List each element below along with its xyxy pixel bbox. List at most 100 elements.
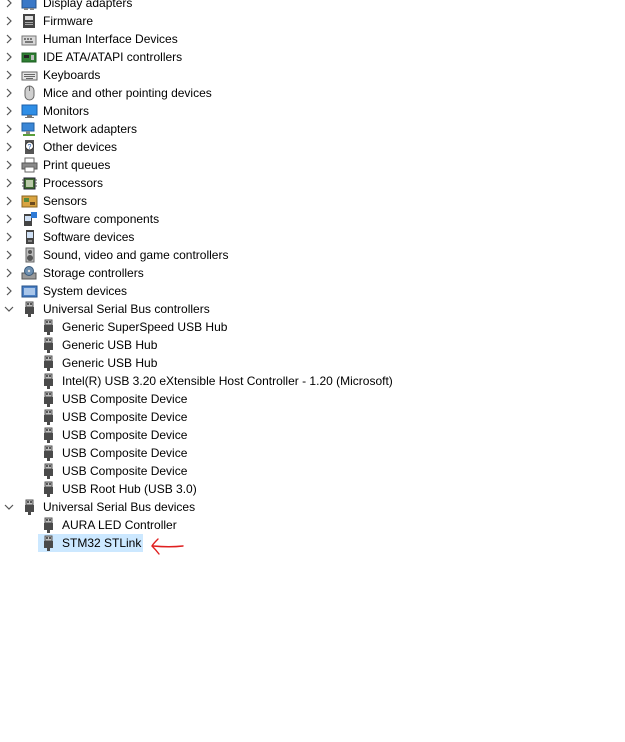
tree-device-label: USB Composite Device — [62, 446, 188, 460]
chevron-right-icon[interactable] — [3, 282, 15, 300]
chevron-right-icon[interactable] — [3, 138, 15, 156]
tree-category-row[interactable]: Sound, video and game controllers — [0, 246, 625, 264]
display-adapter-icon — [21, 0, 38, 11]
tree-category-label: Software components — [43, 212, 160, 226]
tree-category-row[interactable]: Software devices — [0, 228, 625, 246]
chevron-right-icon[interactable] — [3, 84, 15, 102]
tree-device-row[interactable]: Intel(R) USB 3.20 eXtensible Host Contro… — [0, 372, 625, 390]
tree-device-row[interactable]: Generic USB Hub — [0, 354, 625, 372]
tree-category-label: Firmware — [43, 14, 93, 28]
chevron-right-icon[interactable] — [3, 48, 15, 66]
chevron-right-icon[interactable] — [3, 12, 15, 30]
tree-category-row[interactable]: Software components — [0, 210, 625, 228]
tree-category-row[interactable]: Keyboards — [0, 66, 625, 84]
usb-plug-icon — [21, 499, 38, 515]
tree-device-label: USB Composite Device — [62, 410, 188, 424]
device-tree: Display adapters Firmware Human Interface … — [0, 0, 625, 552]
storage-controller-icon — [21, 265, 38, 281]
tree-device-row[interactable]: USB Composite Device — [0, 426, 625, 444]
tree-category-label: Keyboards — [43, 68, 101, 82]
tree-category-row[interactable]: Firmware — [0, 12, 625, 30]
tree-category-row[interactable]: Processors — [0, 174, 625, 192]
tree-category-row[interactable]: IDE ATA/ATAPI controllers — [0, 48, 625, 66]
tree-category-label: System devices — [43, 284, 128, 298]
tree-category-label: Display adapters — [43, 0, 133, 10]
chevron-right-icon[interactable] — [3, 192, 15, 210]
tree-device-row[interactable]: Generic SuperSpeed USB Hub — [0, 318, 625, 336]
svg-text:?: ? — [28, 144, 32, 151]
chevron-down-icon[interactable] — [3, 300, 15, 318]
tree-category-label: Universal Serial Bus devices — [43, 500, 196, 514]
chevron-right-icon[interactable] — [3, 174, 15, 192]
chevron-right-icon[interactable] — [3, 156, 15, 174]
tree-device-label: USB Composite Device — [62, 428, 188, 442]
chevron-right-icon[interactable] — [3, 264, 15, 282]
monitor-icon — [21, 103, 38, 119]
usb-plug-icon — [21, 301, 38, 317]
tree-category-label: Monitors — [43, 104, 90, 118]
tree-category-row[interactable]: Storage controllers — [0, 264, 625, 282]
usb-plug-icon — [40, 427, 57, 443]
printer-icon — [21, 157, 38, 173]
tree-device-label: Generic SuperSpeed USB Hub — [62, 320, 228, 334]
tree-device-row[interactable]: USB Root Hub (USB 3.0) — [0, 480, 625, 498]
chevron-right-icon[interactable] — [3, 30, 15, 48]
tree-device-label: Generic USB Hub — [62, 356, 158, 370]
chevron-right-icon[interactable] — [3, 120, 15, 138]
usb-plug-icon — [40, 319, 57, 335]
annotation-arrow — [151, 538, 184, 555]
network-adapter-icon — [21, 121, 38, 137]
chevron-right-icon[interactable] — [3, 246, 15, 264]
speaker-icon — [21, 247, 38, 263]
tree-category-row[interactable]: Display adapters — [0, 0, 625, 12]
tree-category-row[interactable]: Mice and other pointing devices — [0, 84, 625, 102]
chevron-right-icon[interactable] — [3, 0, 15, 12]
tree-device-label: Generic USB Hub — [62, 338, 158, 352]
sensor-icon — [21, 193, 38, 209]
tree-device-row[interactable]: Generic USB Hub — [0, 336, 625, 354]
keyboard-icon — [21, 67, 38, 83]
chevron-down-icon[interactable] — [3, 498, 15, 516]
tree-device-row[interactable]: USB Composite Device — [0, 462, 625, 480]
tree-category-row[interactable]: Universal Serial Bus controllers — [0, 300, 625, 318]
tree-category-label: Universal Serial Bus controllers — [43, 302, 210, 316]
tree-category-row[interactable]: Monitors — [0, 102, 625, 120]
mouse-icon — [21, 85, 38, 101]
usb-plug-icon — [40, 481, 57, 497]
usb-plug-icon — [40, 373, 57, 389]
tree-category-row[interactable]: Universal Serial Bus devices — [0, 498, 625, 516]
system-device-icon — [21, 283, 38, 299]
tree-device-label: Intel(R) USB 3.20 eXtensible Host Contro… — [62, 374, 393, 388]
tree-category-label: Other devices — [43, 140, 118, 154]
tree-category-label: Sound, video and game controllers — [43, 248, 229, 262]
tree-category-row[interactable]: Human Interface Devices — [0, 30, 625, 48]
tree-device-row[interactable]: AURA LED Controller — [0, 516, 625, 534]
chevron-right-icon[interactable] — [3, 228, 15, 246]
tree-device-row[interactable]: USB Composite Device — [0, 390, 625, 408]
tree-category-row[interactable]: Sensors — [0, 192, 625, 210]
tree-category-label: Storage controllers — [43, 266, 144, 280]
tree-category-row[interactable]: Print queues — [0, 156, 625, 174]
tree-category-row[interactable]: System devices — [0, 282, 625, 300]
tree-category-row[interactable]: ? Other devices — [0, 138, 625, 156]
tree-category-row[interactable]: Network adapters — [0, 120, 625, 138]
tree-device-row[interactable]: USB Composite Device — [0, 408, 625, 426]
usb-plug-icon — [40, 535, 57, 551]
usb-plug-icon — [40, 463, 57, 479]
tree-device-label: STM32 STLink — [60, 534, 144, 552]
firmware-icon — [21, 13, 38, 29]
software-device-icon — [21, 229, 38, 245]
tree-device-row[interactable]: USB Composite Device — [0, 444, 625, 462]
tree-device-label: USB Composite Device — [62, 392, 188, 406]
tree-category-label: Processors — [43, 176, 104, 190]
tree-category-label: IDE ATA/ATAPI controllers — [43, 50, 183, 64]
tree-category-label: Software devices — [43, 230, 135, 244]
chevron-right-icon[interactable] — [3, 102, 15, 120]
tree-device-label: USB Root Hub (USB 3.0) — [62, 482, 197, 496]
chevron-right-icon[interactable] — [3, 66, 15, 84]
tree-category-label: Human Interface Devices — [43, 32, 178, 46]
chevron-right-icon[interactable] — [3, 210, 15, 228]
tree-device-row-selected[interactable]: STM32 STLink — [0, 534, 625, 552]
ide-controller-icon — [21, 49, 38, 65]
usb-plug-icon — [40, 517, 57, 533]
